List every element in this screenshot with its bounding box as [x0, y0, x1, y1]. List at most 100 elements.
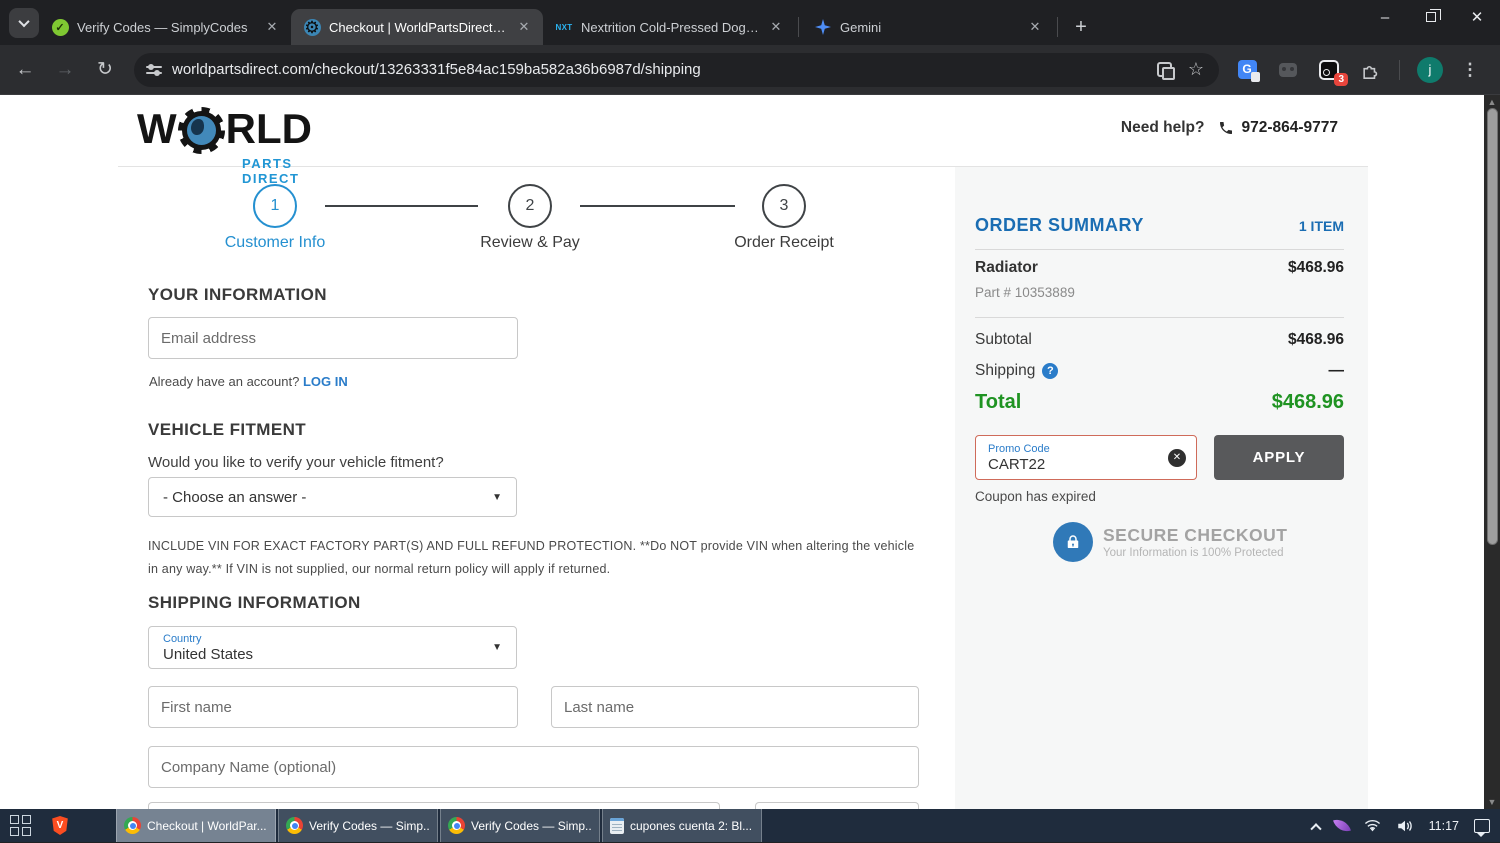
browser-toolbar: ← → ↻ worldpartsdirect.com/checkout/1326…: [0, 45, 1500, 95]
robot-extension-icon[interactable]: [1276, 58, 1300, 82]
subtotal-label: Subtotal: [975, 331, 1032, 348]
need-help-label: Need help?: [1120, 119, 1205, 136]
country-select[interactable]: Country United States ▼: [148, 626, 517, 669]
item-price: $468.96: [1287, 259, 1344, 276]
first-name-field[interactable]: [148, 686, 518, 728]
tab-close-icon[interactable]: ✕: [263, 18, 281, 36]
forward-button[interactable]: →: [50, 55, 80, 85]
tab-close-icon[interactable]: ✕: [767, 18, 785, 36]
logo-subtitle: PARTS DIRECT: [242, 156, 300, 186]
tab-gemini[interactable]: Gemini ✕: [802, 9, 1054, 45]
clear-promo-icon[interactable]: ✕: [1168, 448, 1186, 467]
step-3-label: Order Receipt: [734, 234, 834, 251]
wifi-icon[interactable]: [1364, 819, 1381, 833]
step-connector: [325, 205, 478, 207]
divider: [975, 249, 1344, 250]
tab-checkout-active[interactable]: ⚙ Checkout | WorldPartsDirect.co ✕: [291, 9, 543, 45]
email-field[interactable]: [148, 317, 518, 359]
gear-globe-icon: [177, 106, 225, 154]
fitment-select[interactable]: - Choose an answer - ▼: [148, 477, 517, 517]
scroll-down-icon[interactable]: ▼: [1484, 797, 1500, 807]
clock[interactable]: 11:17: [1429, 819, 1459, 833]
chevron-down-icon: [18, 15, 30, 28]
browser-menu-icon[interactable]: ⋮: [1460, 60, 1480, 80]
extension-badge: 3: [1334, 72, 1348, 86]
shipping-label: Shipping: [975, 362, 1036, 379]
phone-link[interactable]: 972-864-9777: [1218, 119, 1338, 137]
scroll-up-icon[interactable]: ▲: [1484, 97, 1500, 107]
tray-expand-icon[interactable]: [1309, 822, 1322, 834]
country-value: United States: [163, 645, 254, 663]
tab-close-icon[interactable]: ✕: [1026, 18, 1044, 36]
checkout-page: W RLD PARTS DIRECT Need help? 972-864-97…: [0, 95, 1500, 809]
window-restore-button[interactable]: [1408, 0, 1454, 34]
order-summary-panel: ORDER SUMMARY 1 ITEM Radiator $468.96 Pa…: [955, 167, 1368, 809]
feather-tray-icon[interactable]: [1332, 816, 1351, 835]
tab-title: Verify Codes — SimplyCodes: [77, 19, 248, 35]
simplycodes-favicon-icon: ✓: [51, 18, 69, 36]
coupon-expired-message: Coupon has expired: [975, 489, 1096, 504]
profile-avatar[interactable]: j: [1417, 56, 1443, 83]
site-settings-icon[interactable]: [146, 63, 162, 76]
company-name-field[interactable]: [148, 746, 919, 788]
item-name: Radiator: [975, 259, 1038, 276]
new-tab-button[interactable]: +: [1067, 13, 1095, 41]
reload-button[interactable]: ↻: [90, 55, 120, 85]
tab-divider: [798, 17, 799, 37]
item-count-badge: 1 ITEM: [1298, 218, 1344, 234]
back-button[interactable]: ←: [10, 55, 40, 85]
logo-word: W RLD: [137, 105, 312, 154]
apply-button[interactable]: APPLY: [1214, 435, 1344, 480]
translate-page-icon[interactable]: [1153, 59, 1175, 81]
gemini-favicon-icon: [814, 18, 832, 36]
shipping-help-icon[interactable]: ?: [1042, 363, 1059, 379]
tab-close-icon[interactable]: ✕: [515, 18, 533, 36]
taskbar-item-cupones-notepad[interactable]: cupones cuenta 2: Bl...: [602, 809, 762, 842]
phone-icon: [1220, 122, 1233, 134]
bookmark-star-icon[interactable]: ☆: [1185, 59, 1207, 81]
scrollbar-thumb[interactable]: [1486, 108, 1498, 545]
chevron-down-icon: ▼: [492, 491, 502, 503]
tab-title: Nextrition Cold-Pressed Dog Fo: [581, 19, 761, 35]
address-field-partial[interactable]: [148, 802, 720, 809]
secure-checkout-subtitle: Your Information is 100% Protected: [1103, 547, 1284, 559]
window-close-button[interactable]: ✕: [1454, 0, 1500, 34]
extensions-puzzle-icon[interactable]: [1358, 58, 1382, 82]
volume-icon[interactable]: [1396, 819, 1414, 833]
login-link[interactable]: LOG IN: [303, 374, 348, 389]
address-bar[interactable]: worldpartsdirect.com/checkout/13263331f5…: [134, 52, 1219, 87]
total-label: Total: [975, 391, 1022, 413]
vehicle-fitment-heading: VEHICLE FITMENT: [148, 420, 307, 439]
tab-simplycodes[interactable]: ✓ Verify Codes — SimplyCodes ✕: [39, 9, 291, 45]
taskbar-item-checkout[interactable]: Checkout | WorldPar...: [116, 809, 276, 842]
last-name-field[interactable]: [551, 686, 919, 728]
step-3-circle: 3: [762, 184, 806, 228]
worldpartsdirect-logo[interactable]: W RLD PARTS DIRECT: [137, 104, 312, 186]
start-button[interactable]: [0, 809, 40, 842]
lock-icon: [1053, 522, 1093, 562]
action-center-icon[interactable]: [1474, 818, 1490, 837]
page-scrollbar[interactable]: ▲ ▼: [1484, 95, 1500, 809]
tab-nextrition[interactable]: NXT Nextrition Cold-Pressed Dog Fo ✕: [543, 9, 795, 45]
window-minimize-button[interactable]: –: [1362, 0, 1408, 34]
shipping-information-heading: SHIPPING INFORMATION: [148, 593, 361, 612]
phone-number: 972-864-9777: [1241, 119, 1338, 136]
apt-field-partial[interactable]: [755, 802, 919, 809]
vin-disclaimer: INCLUDE VIN FOR EXACT FACTORY PART(S) AN…: [148, 539, 915, 576]
brave-browser-button[interactable]: V: [40, 809, 80, 842]
subtotal-value: $468.96: [1287, 331, 1344, 348]
url-text[interactable]: worldpartsdirect.com/checkout/13263331f5…: [172, 61, 1143, 78]
translate-extension-icon[interactable]: G: [1235, 58, 1260, 82]
total-value: $468.96: [1271, 391, 1344, 413]
promo-input[interactable]: [988, 455, 1118, 473]
fitment-question: Would you like to verify your vehicle fi…: [148, 454, 444, 471]
secure-checkout-badge: SECURE CHECKOUT Your Information is 100%…: [1053, 522, 1287, 562]
start-grid-icon: [9, 815, 31, 836]
taskbar-item-verify-codes-1[interactable]: Verify Codes — Simp...: [278, 809, 438, 842]
chrome-icon: [448, 817, 465, 834]
dark-extension-icon[interactable]: 3: [1317, 58, 1348, 86]
windows-taskbar: V Checkout | WorldPar... Verify Codes — …: [0, 809, 1500, 842]
promo-code-field[interactable]: Promo Code ✕: [975, 435, 1197, 480]
tab-search-button[interactable]: [9, 8, 39, 38]
taskbar-item-verify-codes-2[interactable]: Verify Codes — Simp...: [440, 809, 600, 842]
